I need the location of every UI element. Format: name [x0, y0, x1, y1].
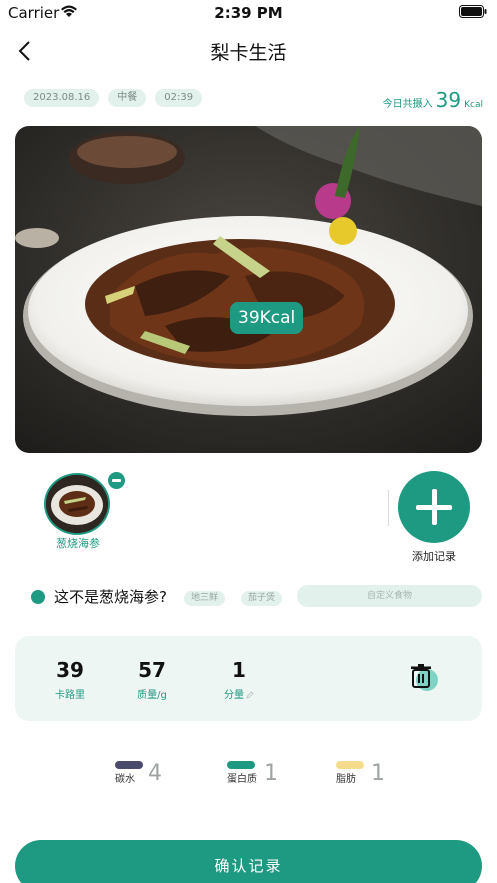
divider — [388, 490, 389, 526]
meal-meta: 2023.08.16 中餐 02:39 — [24, 89, 203, 107]
mass-value: 57 — [138, 658, 166, 682]
clock: 2:39 PM — [214, 4, 283, 22]
intake-value: 39 — [435, 88, 462, 112]
pencil-icon — [246, 691, 254, 699]
macro-carbs: 碳水 4 — [115, 761, 175, 787]
protein-label: 蛋白质 — [227, 774, 257, 785]
question-dot-icon — [31, 590, 45, 604]
food-thumbnail — [44, 473, 110, 535]
mass-stat: 57 质量/g — [122, 658, 182, 701]
carbs-label: 碳水 — [115, 774, 135, 785]
page-title: 梨卡生活 — [210, 42, 287, 64]
portion-stat[interactable]: 1 分量 — [209, 658, 269, 701]
protein-bar — [227, 761, 255, 769]
intake-label: 今日共摄入 — [382, 99, 433, 110]
nav-bar: 梨卡生活 — [0, 30, 497, 72]
confirm-record-button[interactable]: 确认记录 — [15, 840, 482, 883]
trash-icon — [411, 664, 431, 688]
alternative-chip[interactable]: 茄子煲 — [241, 591, 283, 606]
time-chip: 02:39 — [155, 89, 203, 107]
remove-item-icon[interactable] — [108, 472, 125, 489]
status-bar: Carrier 2:39 PM — [0, 0, 497, 26]
carbs-value: 4 — [148, 761, 162, 786]
add-record-label: 添加记录 — [412, 550, 456, 563]
custom-food-button[interactable]: 自定义食物 — [297, 585, 482, 607]
intake-unit: Kcal — [464, 100, 483, 110]
daily-intake: 今日共摄入 39 Kcal — [383, 88, 483, 112]
macro-protein: 蛋白质 1 — [227, 761, 287, 787]
question-text: 这不是葱烧海参? — [54, 588, 167, 606]
food-photo — [15, 126, 482, 453]
mass-label: 质量/g — [137, 690, 167, 701]
food-photo-image — [15, 126, 482, 453]
battery-icon — [459, 5, 487, 18]
food-item[interactable] — [44, 473, 110, 535]
meal-type-chip: 中餐 — [108, 89, 147, 107]
fat-bar — [336, 761, 364, 769]
delete-button[interactable] — [407, 661, 439, 693]
date-chip: 2023.08.16 — [24, 89, 100, 107]
calories-stat: 39 卡路里 — [40, 658, 100, 701]
alternative-chip[interactable]: 地三鲜 — [184, 591, 226, 606]
portion-value: 1 — [232, 658, 246, 682]
protein-value: 1 — [264, 761, 278, 786]
calories-value: 39 — [56, 658, 84, 682]
add-record-button[interactable] — [398, 471, 470, 543]
fat-value: 1 — [371, 761, 385, 786]
food-item-name: 葱烧海参 — [56, 537, 100, 550]
portion-label: 分量 — [224, 690, 244, 701]
macro-fat: 脂肪 1 — [336, 761, 396, 787]
photo-kcal-badge: 39Kcal — [230, 302, 304, 334]
calories-label: 卡路里 — [55, 690, 85, 701]
fat-label: 脂肪 — [336, 774, 356, 785]
carbs-bar — [115, 761, 143, 769]
portion-label-wrap: 分量 — [209, 686, 269, 701]
